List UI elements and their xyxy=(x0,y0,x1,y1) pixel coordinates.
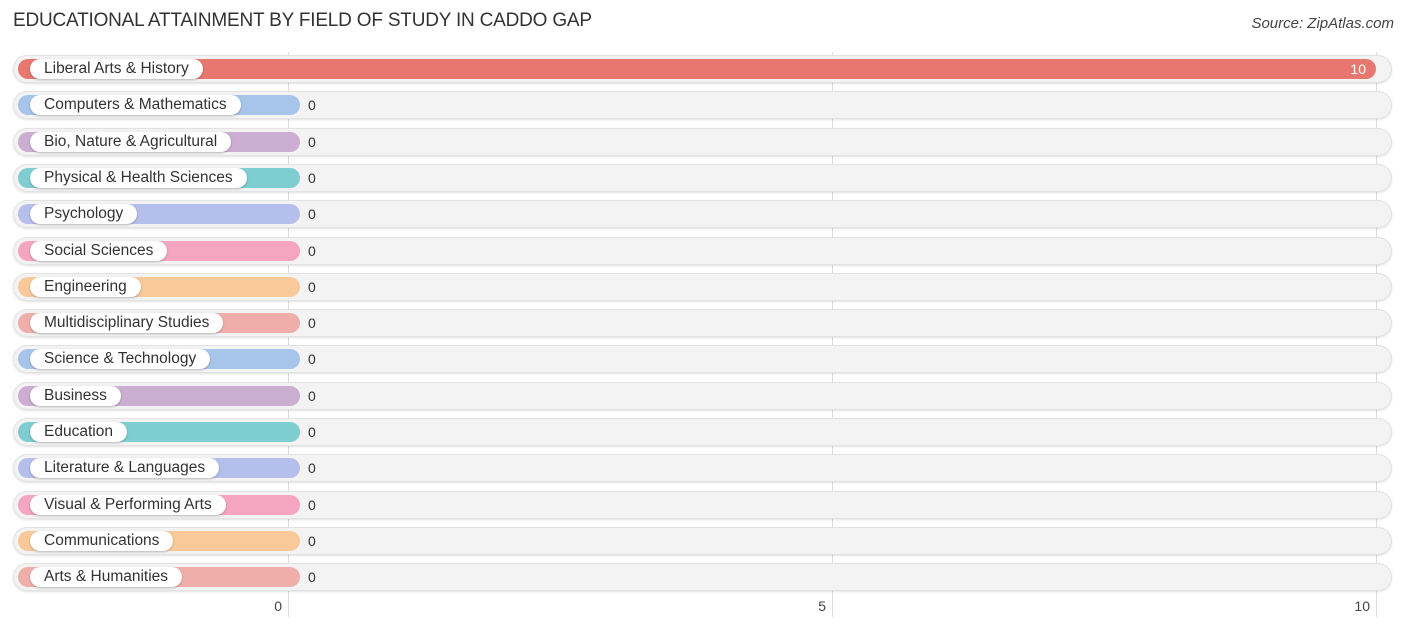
category-label: Visual & Performing Arts xyxy=(30,494,226,515)
category-label: Liberal Arts & History xyxy=(30,59,203,79)
category-label: Bio, Nature & Agricultural xyxy=(30,131,232,152)
bar-row: Psychology 0 xyxy=(13,200,1392,229)
value-label: 10 xyxy=(1350,61,1366,77)
bar-row: Arts & Humanities 0 xyxy=(13,563,1392,592)
value-label: 0 xyxy=(308,169,316,186)
value-label: 0 xyxy=(308,387,316,404)
value-label: 0 xyxy=(308,496,316,513)
bar-row: Education 0 xyxy=(13,418,1392,446)
value-label: 0 xyxy=(308,206,316,223)
bar-row: Physical & Health Sciences 0 xyxy=(13,163,1392,192)
category-label: Computers & Mathematics xyxy=(30,95,241,116)
bar-row: Multidisciplinary Studies 0 xyxy=(13,309,1392,338)
category-label: Arts & Humanities xyxy=(30,567,183,588)
category-label: Communications xyxy=(30,530,174,551)
bar-row: Communications 0 xyxy=(13,526,1392,555)
value-label: 0 xyxy=(308,569,316,586)
value-label: 0 xyxy=(308,315,316,332)
category-label: Social Sciences xyxy=(30,240,168,261)
value-label: 0 xyxy=(308,460,316,477)
x-tick-label: 10 xyxy=(1354,598,1370,614)
value-label: 0 xyxy=(308,278,316,295)
bar-row: Science & Technology 0 xyxy=(13,345,1392,374)
value-label: 0 xyxy=(308,242,316,259)
bar-row: Engineering 0 xyxy=(13,272,1392,301)
x-tick-label: 0 xyxy=(274,598,282,614)
category-label: Business xyxy=(30,385,121,406)
category-label: Education xyxy=(30,422,127,442)
value-label: 0 xyxy=(308,351,316,368)
category-label: Physical & Health Sciences xyxy=(30,167,247,188)
bar-row: Social Sciences 0 xyxy=(13,236,1392,265)
x-tick-label: 5 xyxy=(818,598,826,614)
bar-row: Bio, Nature & Agricultural 0 xyxy=(13,127,1392,156)
category-label: Multidisciplinary Studies xyxy=(30,313,224,334)
value-label: 0 xyxy=(308,424,316,440)
category-label: Literature & Languages xyxy=(30,458,220,479)
plot-area: 0 5 10 Liberal Arts & History 10 Computers & … xyxy=(0,0,1406,631)
bar-row: Business 0 xyxy=(13,381,1392,410)
value-label: 0 xyxy=(308,97,316,114)
bar-row: Computers & Mathematics 0 xyxy=(13,91,1392,120)
category-label: Engineering xyxy=(30,276,141,297)
category-label: Psychology xyxy=(30,204,138,225)
bar-row: Liberal Arts & History 10 xyxy=(13,55,1392,83)
category-label: Science & Technology xyxy=(30,349,211,370)
bar-row: Visual & Performing Arts 0 xyxy=(13,490,1392,519)
value-label: 0 xyxy=(308,133,316,150)
bar xyxy=(18,59,1376,79)
value-label: 0 xyxy=(308,532,316,549)
bar-row: Literature & Languages 0 xyxy=(13,454,1392,483)
